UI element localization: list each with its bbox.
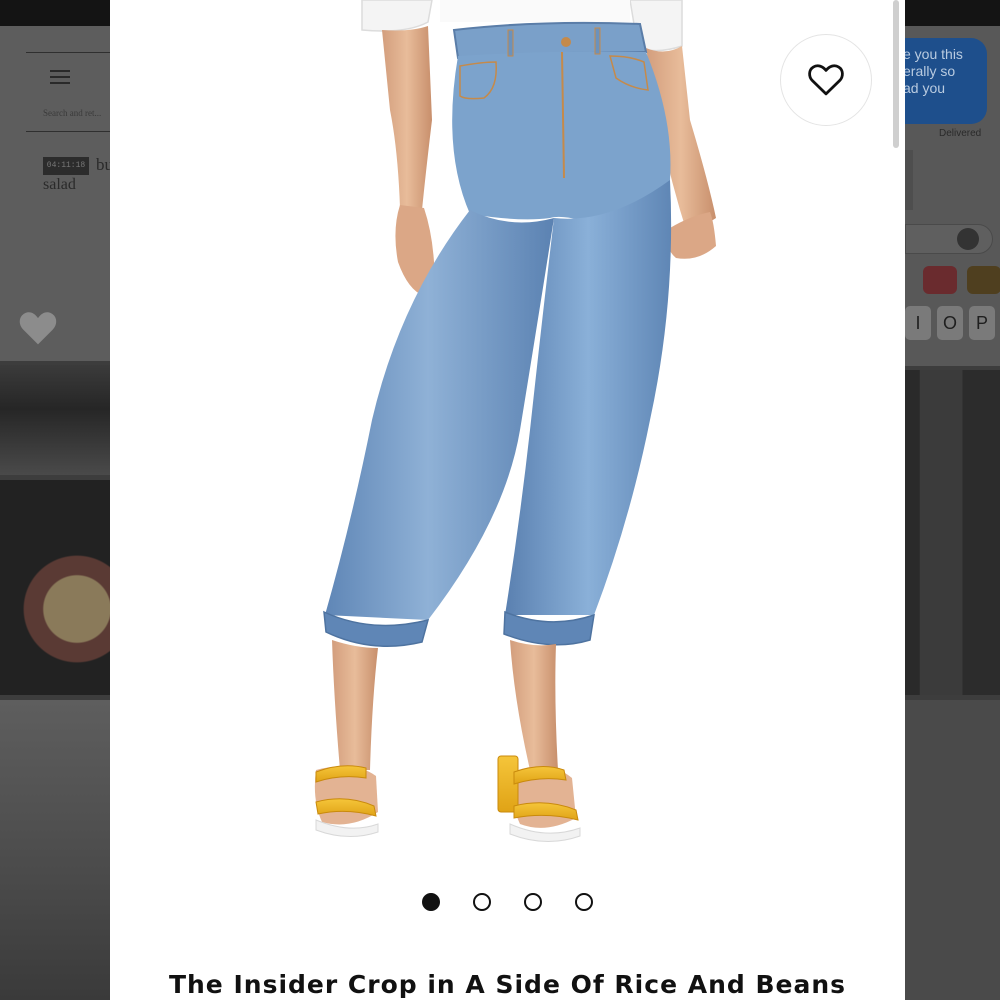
reply-bubble bbox=[905, 150, 913, 210]
menu-icon bbox=[50, 70, 70, 84]
note-text: salad bbox=[43, 176, 76, 193]
keyboard-key: I bbox=[905, 306, 931, 340]
carousel-dot[interactable] bbox=[575, 893, 593, 911]
background-photo bbox=[0, 365, 110, 475]
message-line: e you this bbox=[905, 46, 963, 62]
keyboard-key: P bbox=[969, 306, 995, 340]
carousel-dot[interactable] bbox=[473, 893, 491, 911]
scrollbar[interactable] bbox=[893, 0, 899, 148]
search-placeholder: Search and ret... bbox=[43, 108, 102, 118]
status-strip bbox=[0, 0, 110, 26]
carousel-indicator bbox=[110, 893, 905, 913]
keyboard-key: O bbox=[937, 306, 963, 340]
background-app-left: Search and ret... 04:11:18 bu salad bbox=[0, 0, 110, 1000]
message-line: erally so bbox=[905, 63, 956, 79]
heart-outline-icon bbox=[808, 64, 844, 96]
heart-icon bbox=[19, 312, 57, 345]
background-photo bbox=[905, 700, 1000, 1000]
background-photo bbox=[0, 700, 110, 1000]
delivered-label: Delivered bbox=[939, 128, 982, 139]
app-icon bbox=[967, 266, 1000, 294]
background-photo bbox=[0, 480, 110, 695]
divider bbox=[26, 52, 110, 53]
note-word-fragment: bu bbox=[96, 155, 110, 174]
message-bubble: e you this erally so ad you bbox=[905, 38, 987, 124]
microphone-icon bbox=[957, 228, 979, 250]
message-input bbox=[905, 224, 993, 254]
background-photo bbox=[905, 370, 1000, 695]
status-strip bbox=[905, 0, 1000, 26]
app-icon bbox=[923, 266, 957, 294]
divider bbox=[26, 131, 110, 132]
product-image[interactable] bbox=[110, 0, 905, 860]
favorite-button[interactable] bbox=[780, 34, 872, 126]
background-app-right: e you this erally so ad you Delivered I … bbox=[905, 0, 1000, 1000]
carousel-dot[interactable] bbox=[524, 893, 542, 911]
message-line: ad you bbox=[905, 80, 946, 96]
carousel-dot[interactable] bbox=[422, 893, 440, 911]
timestamp-badge: 04:11:18 bbox=[43, 157, 89, 175]
product-modal: The Insider Crop in A Side Of Rice And B… bbox=[110, 0, 905, 1000]
product-title: The Insider Crop in A Side Of Rice And B… bbox=[168, 970, 847, 999]
